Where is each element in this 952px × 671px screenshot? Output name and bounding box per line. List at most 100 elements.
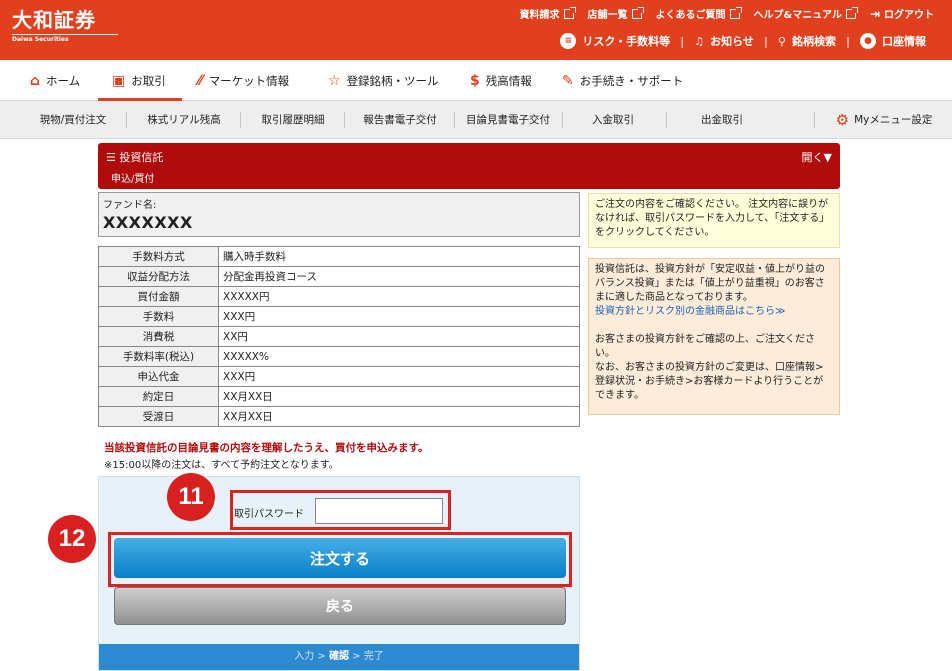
confirm-instruction-box: ご注文の内容をご確認ください。 注文内容に誤りがなければ、取引パスワードを入力し… xyxy=(588,193,840,248)
nav-support[interactable]: ✎ お手続き・サポート xyxy=(562,60,683,101)
subnav-divider xyxy=(126,112,127,128)
password-input[interactable] xyxy=(315,498,443,524)
logo-subtext: Daiwa Securities xyxy=(12,36,69,43)
search-icon: ⚲ xyxy=(777,34,786,48)
investment-policy-box: 投資信託は、投資方針が「安定収益・値上がり益のバランス投資」または「値上がり益重… xyxy=(588,258,840,415)
dollar-icon: $ xyxy=(470,72,480,89)
separator: | xyxy=(763,34,768,48)
nav-label: 登録銘柄・ツール xyxy=(346,73,439,88)
link-help-manual[interactable]: ヘルプ&マニュアル xyxy=(753,6,858,21)
policy-confirm-text: お客さまの投資方針をご確認の上、ご注文ください。 xyxy=(595,334,815,359)
link-label: 店舗一覧 xyxy=(587,10,628,21)
table-row: 収益分配方法 分配金再投資コース xyxy=(98,266,580,287)
expand-toggle[interactable]: 開く▼ xyxy=(802,149,832,165)
subnav-history[interactable]: 取引履歴明細 xyxy=(248,101,338,139)
row-value: XXX円 xyxy=(218,306,580,327)
row-key: 手数料方式 xyxy=(98,246,219,267)
row-value: 購入時手数料 xyxy=(218,246,580,267)
my-menu-label: Myメニュー設定 xyxy=(854,114,933,126)
nav-trade[interactable]: ▣ お取引 xyxy=(112,60,166,101)
table-row: 申込代金 XXX円 xyxy=(98,366,580,387)
row-key: 買付金額 xyxy=(98,286,219,307)
nav-label: お手続き・サポート xyxy=(579,73,684,88)
account-label: 口座情報 xyxy=(882,35,926,48)
link-label: よくあるご質問 xyxy=(655,10,726,21)
account-info-link[interactable]: ● 口座情報 xyxy=(850,33,936,49)
section-title: ☰ 投資信託 xyxy=(106,149,163,165)
subnav-spot-order[interactable]: 現物/買付注文 xyxy=(28,101,118,139)
menu-icon: ☰ xyxy=(106,151,120,164)
row-value: XX円 xyxy=(218,326,580,347)
password-label: 取引パスワード xyxy=(234,509,304,520)
subnav-divider xyxy=(454,112,455,128)
subnav-deposit[interactable]: 入金取引 xyxy=(568,101,658,139)
logo-text: 大和証券 xyxy=(12,8,96,32)
table-row: 消費税 XX円 xyxy=(98,326,580,347)
row-value: XXX円 xyxy=(218,366,580,387)
fund-name-box: ファンド名: XXXXXXX xyxy=(98,192,580,237)
nav-label: 残高情報 xyxy=(485,73,532,88)
notice-label: お知らせ xyxy=(710,35,754,48)
row-value: XX月XX日 xyxy=(218,386,580,407)
nav-watchlist[interactable]: ☆ 登録銘柄・ツール xyxy=(328,60,439,101)
reservation-notice: ※15:00以降の注文は、すべて予約注文となります。 xyxy=(104,460,339,471)
order-details-table: 手数料方式 購入時手数料 収益分配方法 分配金再投資コース 買付金額 XXXXX円 手… xyxy=(98,246,580,427)
logout-link[interactable]: ⇥ ログアウト xyxy=(870,6,934,22)
table-row: 約定日 XX月XX日 xyxy=(98,386,580,407)
annotation-badge-12: 12 xyxy=(48,515,96,563)
separator: | xyxy=(680,34,685,48)
risk-label: リスク・手数料等 xyxy=(582,35,671,48)
nav-balance[interactable]: $ 残高情報 xyxy=(470,60,532,101)
stock-search-link[interactable]: ⚲ 銘柄検索 xyxy=(768,33,846,49)
nav-home[interactable]: ⌂ ホーム xyxy=(30,60,80,101)
nav-market[interactable]: ⁄⁄ マーケット情報 xyxy=(198,60,289,101)
step-separator: > xyxy=(314,651,329,662)
link-label: ヘルプ&マニュアル xyxy=(753,10,842,21)
back-button[interactable]: 戻る xyxy=(114,587,566,625)
row-value: XX月XX日 xyxy=(218,406,580,427)
policy-text: 投資信託は、投資方針が「安定収益・値上がり益のバランス投資」または「値上がり益重… xyxy=(595,264,825,303)
logout-label: ログアウト xyxy=(884,10,934,21)
step-input: 入力 xyxy=(294,651,315,662)
gear-icon: ⚙ xyxy=(835,111,850,129)
link-store-list[interactable]: 店舗一覧 xyxy=(587,6,644,21)
my-menu-settings[interactable]: ⚙ Myメニュー設定 xyxy=(826,101,942,139)
utility-links: 資料請求 店舗一覧 よくあるご質問 ヘルプ&マニュアル ⇥ ログアウト xyxy=(520,6,934,21)
nav-label: ホーム xyxy=(46,73,81,88)
row-key: 手数料 xyxy=(98,306,219,327)
fund-label: ファンド名: xyxy=(103,200,157,211)
policy-link[interactable]: 投資方針とリスク別の金融商品はこちら≫ xyxy=(595,305,833,319)
step-indicator: 入力 > 確認 > 完了 xyxy=(99,644,579,670)
annotation-badge-11: 11 xyxy=(167,473,215,521)
subnav-e-report[interactable]: 報告書電子交付 xyxy=(352,101,448,139)
prospectus-confirm-notice: 当該投資信託の目論見書の内容を理解したうえ、買付を申込みます。 xyxy=(104,442,429,454)
subnav-divider xyxy=(666,112,667,128)
section-title-text: 投資信託 xyxy=(119,151,164,164)
table-row: 手数料 XXX円 xyxy=(98,306,580,327)
table-row: 手数料方式 購入時手数料 xyxy=(98,246,580,267)
table-row: 手数料率(税込) XXXXX% xyxy=(98,346,580,367)
risk-fee-link[interactable]: ≡ リスク・手数料等 xyxy=(550,33,680,49)
top-header: 大和証券 Daiwa Securities 資料請求 店舗一覧 よくあるご質問 … xyxy=(0,0,952,60)
table-row: 買付金額 XXXXX円 xyxy=(98,286,580,307)
link-faq[interactable]: よくあるご質問 xyxy=(655,6,742,21)
step-separator: > xyxy=(349,651,364,662)
row-value: XXXXX円 xyxy=(218,286,580,307)
step-done: 完了 xyxy=(363,651,384,662)
external-link-icon xyxy=(631,6,644,19)
subnav-e-prospectus[interactable]: 目論見書電子交付 xyxy=(460,101,556,139)
daiwa-logo[interactable]: 大和証券 Daiwa Securities xyxy=(12,8,120,44)
link-document-request[interactable]: 資料請求 xyxy=(520,6,576,21)
subnav-realtime-balance[interactable]: 株式リアル残高 xyxy=(134,101,234,139)
subnav-divider xyxy=(240,112,241,128)
trade-icon: ▣ xyxy=(112,72,126,89)
submit-order-button[interactable]: 注文する xyxy=(114,538,566,578)
bell-icon: ♫ xyxy=(694,34,705,48)
sub-nav: 現物/買付注文 株式リアル残高 取引履歴明細 報告書電子交付 目論見書電子交付 … xyxy=(0,101,952,139)
subnav-withdrawal[interactable]: 出金取引 xyxy=(674,101,770,139)
row-key: 申込代金 xyxy=(98,366,219,387)
table-row: 受渡日 XX月XX日 xyxy=(98,406,580,427)
pen-icon: ✎ xyxy=(562,72,574,89)
notice-link[interactable]: ♫ お知らせ xyxy=(684,33,764,49)
